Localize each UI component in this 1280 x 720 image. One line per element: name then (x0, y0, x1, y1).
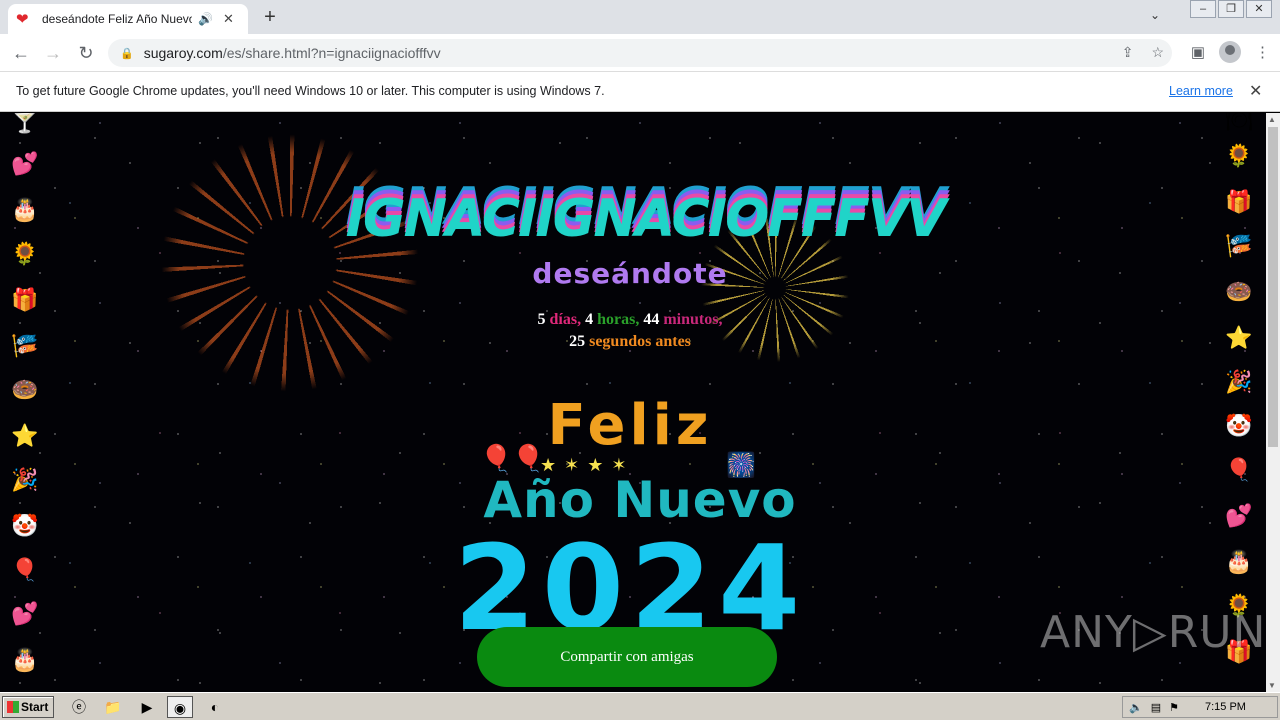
wishing-subhead: deseándote (532, 257, 728, 290)
menu-dots-icon[interactable]: ⋮ (1255, 43, 1270, 61)
cake-icon: 🎂 (11, 647, 39, 672)
countdown-days: 5 (537, 311, 546, 328)
start-button[interactable]: Start (2, 696, 54, 718)
page-content: 🍸 💕 🎂 🌻 🎁 🎏 🍩 ⭐ 🎉 🤡 🎈 💕 🎂 🍽 🌻 🎁 🎏 🍩 ⭐ 🎉 … (0, 113, 1266, 692)
chrome-icon[interactable]: ◉ (167, 696, 193, 718)
recipient-name-headline: IGNACIIGNACIOFFFVV (345, 189, 947, 249)
clock[interactable]: 7:15 PM (1205, 701, 1246, 713)
left-emoji-column: 🍸 💕 🎂 🌻 🎁 🎏 🍩 ⭐ 🎉 🤡 🎈 💕 🎂 (6, 113, 46, 692)
restore-button[interactable]: ❐ (1218, 0, 1244, 18)
share-with-friends-button[interactable]: Compartir con amigas (477, 627, 777, 687)
media-player-icon[interactable]: ▶ (134, 696, 160, 718)
clown-icon: 🤡 (1225, 413, 1253, 438)
speaker-icon[interactable]: 🔊 (198, 12, 213, 26)
donut-icon: 🍩 (11, 377, 39, 402)
dish-icon: 🍽 (1225, 113, 1253, 132)
countdown-timer: 5 días, 4 horas, 44 minutos, 25 segundos… (330, 309, 930, 353)
windows-flag-icon (7, 701, 19, 713)
gift-icon: 🎁 (1225, 189, 1253, 214)
countdown-minutes-label: minutos, (663, 311, 723, 328)
bunting-icon: 🎏 (1225, 233, 1253, 258)
system-tray: 🔈 ▤ ⚑ 7:15 PM (1122, 696, 1278, 718)
flowers-icon: 🌻 (1225, 143, 1253, 168)
explorer-folder-icon[interactable]: 📁 (100, 696, 126, 718)
balloons-icon: 🎈 (11, 557, 39, 582)
heart-favicon-icon: ❤ (16, 11, 29, 28)
countdown-minutes: 44 (643, 311, 660, 328)
bookmark-star-icon[interactable]: ☆ (1151, 44, 1164, 61)
tab-search-icon[interactable]: ⌄ (1150, 8, 1160, 22)
hearts-icon: 💕 (11, 601, 39, 626)
anyrun-watermark: ANY▷RUN (1040, 607, 1266, 658)
scroll-up-arrow-icon[interactable]: ▲ (1268, 115, 1276, 124)
clown-icon: 🤡 (11, 513, 39, 538)
hearts-icon: 💕 (11, 151, 39, 176)
address-bar[interactable]: 🔒 sugaroy.com /es/share.html?n=ignaciign… (108, 39, 1172, 67)
edge-icon[interactable]: ◐ (202, 696, 228, 718)
volume-icon[interactable]: 🔈 (1129, 701, 1143, 714)
flowers-icon: 🌻 (11, 241, 39, 266)
party-popper-icon: 🎉 (11, 467, 39, 492)
tab-strip: ❤ deseándote Feliz Año Nuevo 20 🔊 ✕ + ⌄ … (0, 0, 1280, 34)
ie-icon[interactable]: ⓔ (66, 696, 92, 718)
page-scrollbar[interactable]: ▲ ▼ (1266, 113, 1280, 692)
browser-tab[interactable]: ❤ deseándote Feliz Año Nuevo 20 🔊 ✕ (8, 4, 248, 34)
gift-icon: 🎁 (11, 287, 39, 312)
window-controls: – ❐ ✕ (1188, 0, 1272, 18)
url-path: /es/share.html?n=ignaciignaciofffvv (222, 45, 441, 61)
network-icon[interactable]: ▤ (1151, 701, 1161, 714)
donut-icon: 🍩 (1225, 279, 1253, 304)
windows-taskbar: Start ⓔ 📁 ▶ ◉ ◐ 🔈 ▤ ⚑ 7:15 PM (0, 692, 1280, 720)
star-icon: ⭐ (11, 423, 39, 448)
action-center-flag-icon[interactable]: ⚑ (1169, 701, 1179, 714)
hearts-icon: 💕 (1225, 503, 1253, 528)
start-label: Start (21, 700, 49, 714)
countdown-days-label: días, (549, 311, 582, 328)
cake-icon: 🎂 (11, 197, 39, 222)
browser-toolbar: ← → ↻ 🔒 sugaroy.com /es/share.html?n=ign… (0, 34, 1280, 72)
reload-button[interactable]: ↻ (73, 40, 99, 66)
countdown-hours-label: horas, (597, 311, 640, 328)
learn-more-link[interactable]: Learn more (1169, 84, 1233, 98)
cocktail-icon: 🍸 (11, 113, 39, 134)
party-popper-icon: 🎉 (1225, 369, 1253, 394)
cake-icon: 🎂 (1225, 549, 1253, 574)
star-icon: ⭐ (1225, 325, 1253, 350)
share-page-icon[interactable]: ⇪ (1122, 44, 1134, 61)
infobar-message: To get future Google Chrome updates, you… (16, 84, 605, 98)
scroll-down-arrow-icon[interactable]: ▼ (1268, 681, 1276, 690)
countdown-seconds: 25 (569, 333, 586, 350)
scroll-thumb[interactable] (1268, 127, 1278, 447)
side-panel-icon[interactable]: ▣ (1191, 43, 1205, 61)
balloons-icon: 🎈 (1225, 457, 1253, 482)
back-button[interactable]: ← (8, 40, 34, 66)
update-infobar: To get future Google Chrome updates, you… (0, 72, 1280, 112)
right-emoji-column: 🍽 🌻 🎁 🎏 🍩 ⭐ 🎉 🤡 🎈 💕 🎂 🌻 🎁 (1220, 113, 1260, 692)
tab-title: deseándote Feliz Año Nuevo 20 (42, 12, 192, 26)
forward-button[interactable]: → (40, 40, 66, 66)
url-host: sugaroy.com (143, 45, 223, 61)
countdown-hours: 4 (585, 311, 594, 328)
new-tab-button[interactable]: + (258, 6, 282, 30)
countdown-seconds-label: segundos antes (589, 333, 691, 350)
infobar-close-icon[interactable]: ✕ (1249, 81, 1262, 101)
balloons-icon: 🎈🎈 (480, 443, 545, 473)
close-window-button[interactable]: ✕ (1246, 0, 1272, 18)
lock-icon[interactable]: 🔒 (120, 47, 134, 60)
minimize-button[interactable]: – (1190, 0, 1216, 18)
profile-avatar[interactable] (1219, 41, 1241, 63)
bunting-icon: 🎏 (11, 333, 39, 358)
tab-close-icon[interactable]: ✕ (223, 11, 234, 27)
